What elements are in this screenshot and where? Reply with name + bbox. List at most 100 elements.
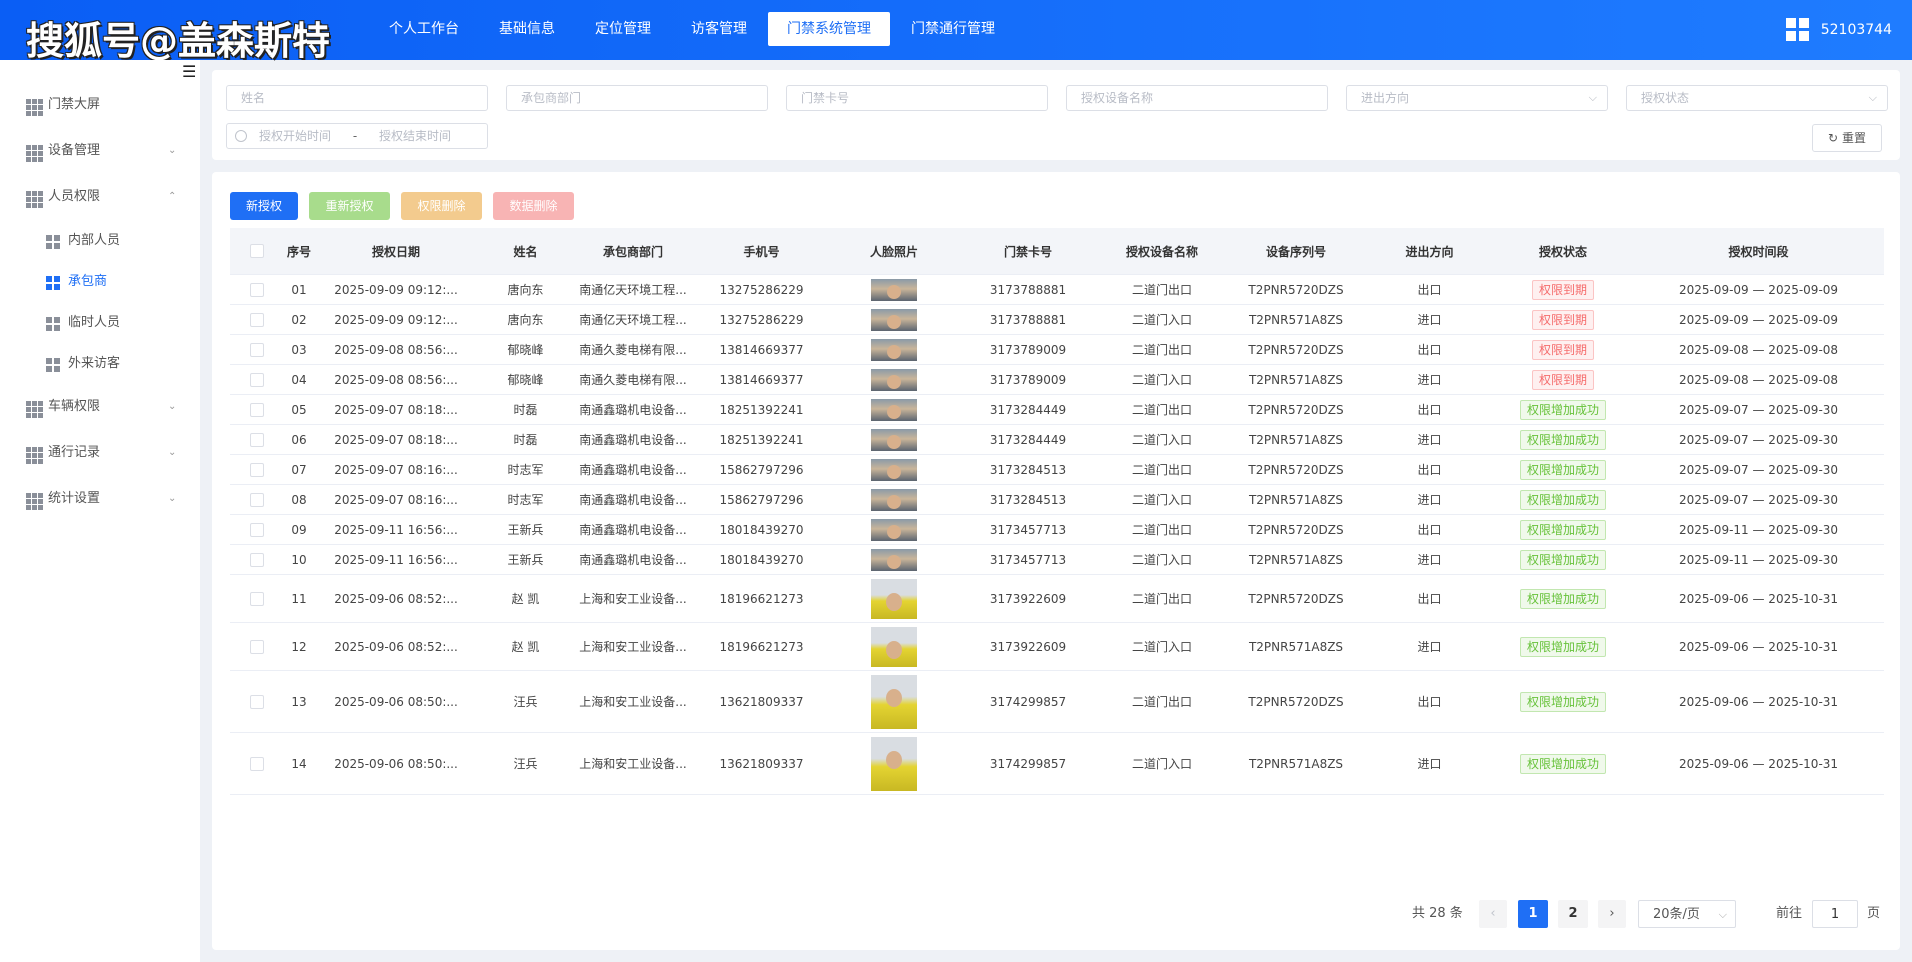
- next-page-button[interactable]: ›: [1598, 900, 1626, 928]
- sidebar-item-9[interactable]: 统计设置 ⌄: [0, 484, 200, 514]
- status-placeholder: 授权状态: [1641, 91, 1690, 105]
- face-photo[interactable]: [871, 458, 917, 481]
- dept-input[interactable]: 承包商部门: [506, 85, 768, 111]
- row-checkbox[interactable]: [250, 522, 264, 537]
- filter-panel: 姓名 承包商部门 门禁卡号 授权设备名称 进出方向 ⌵ 授权状态 ⌵ 授权开始时…: [212, 70, 1900, 160]
- face-photo[interactable]: [871, 548, 917, 571]
- nav-item-4[interactable]: 门禁系统管理: [768, 12, 890, 46]
- nav-item-2[interactable]: 定位管理: [576, 12, 670, 46]
- apps-grid-icon[interactable]: [1785, 18, 1809, 41]
- table-cell: 3173284513: [958, 484, 1098, 515]
- nav-item-1[interactable]: 基础信息: [480, 12, 574, 46]
- face-photo[interactable]: [871, 488, 917, 511]
- face-photo[interactable]: [871, 338, 917, 361]
- face-photo[interactable]: [871, 578, 917, 619]
- delete-permission-button[interactable]: 权限删除: [401, 192, 482, 220]
- delete-data-button[interactable]: 数据删除: [493, 192, 574, 220]
- row-checkbox[interactable]: [250, 432, 264, 447]
- device-input[interactable]: 授权设备名称: [1066, 85, 1328, 111]
- row-checkbox[interactable]: [250, 402, 264, 417]
- reset-button[interactable]: ↻ 重置: [1812, 124, 1882, 152]
- page-size-select[interactable]: 20条/页 ⌵: [1638, 900, 1736, 928]
- face-photo-cell: [830, 334, 958, 365]
- table-row[interactable]: 12 2025-09-06 08:52:... 赵 凯上海和安工业设备... 1819…: [230, 622, 1884, 671]
- user-area[interactable]: 52103744: [1785, 18, 1892, 41]
- table-row[interactable]: 08 2025-09-07 08:16:... 时志军 南通鑫璐机电设备... 1586…: [230, 484, 1884, 515]
- sidebar-item-7[interactable]: 车辆权限 ⌄: [0, 392, 200, 422]
- row-checkbox[interactable]: [250, 282, 264, 297]
- page-1-button[interactable]: 1: [1518, 900, 1548, 928]
- name-input[interactable]: 姓名: [226, 85, 488, 111]
- sidebar-item-label: 外来访客: [68, 356, 121, 371]
- face-photo[interactable]: [871, 626, 917, 667]
- sidebar-item-2[interactable]: 人员权限 ⌃: [0, 182, 200, 212]
- table-cell: T2PNR571A8ZS: [1226, 304, 1366, 335]
- page-2-button[interactable]: 2: [1558, 900, 1588, 928]
- goto-page-input[interactable]: 1: [1812, 900, 1858, 928]
- nav-item-5[interactable]: 门禁通行管理: [892, 12, 1014, 46]
- table-row[interactable]: 13 2025-09-06 08:50:... 汪兵 上海和安工业设备... 13621…: [230, 670, 1884, 733]
- row-checkbox[interactable]: [250, 552, 264, 567]
- table-row[interactable]: 09 2025-09-11 16:56:... 王新兵 南通鑫璐机电设备... 1801…: [230, 514, 1884, 545]
- new-auth-button[interactable]: 新授权: [230, 192, 298, 220]
- nav-item-3[interactable]: 访客管理: [672, 12, 766, 46]
- row-checkbox[interactable]: [250, 591, 264, 606]
- row-checkbox[interactable]: [250, 492, 264, 507]
- face-photo-cell: [830, 484, 958, 515]
- row-checkbox[interactable]: [250, 462, 264, 477]
- face-photo[interactable]: [871, 674, 917, 729]
- start-date-placeholder[interactable]: 授权开始时间: [259, 129, 331, 143]
- row-checkbox[interactable]: [250, 639, 264, 654]
- reauth-button[interactable]: 重新授权: [309, 192, 390, 220]
- face-photo[interactable]: [871, 368, 917, 391]
- row-checkbox[interactable]: [250, 694, 264, 709]
- table-row[interactable]: 02 2025-09-09 09:12:... 唐向东 南通亿天环境工程... 1327…: [230, 304, 1884, 335]
- data-table-wrapper[interactable]: 序号 授权日期 姓名 承包商部门 手机号 人脸照片 门禁卡号 授权设备名称 设备序列号 进出方向授…: [230, 228, 1884, 880]
- nav-item-0[interactable]: 个人工作台: [370, 12, 478, 46]
- face-photo[interactable]: [871, 428, 917, 451]
- status-select[interactable]: 授权状态 ⌵: [1626, 85, 1888, 111]
- end-date-placeholder[interactable]: 授权结束时间: [379, 129, 451, 143]
- row-checkbox[interactable]: [250, 312, 264, 327]
- table-cell: T2PNR5720DZS: [1226, 454, 1366, 485]
- face-photo[interactable]: [871, 398, 917, 421]
- face-photo[interactable]: [871, 736, 917, 791]
- table-row[interactable]: 10 2025-09-11 16:56:... 王新兵 南通鑫璐机电设备... 1801…: [230, 544, 1884, 575]
- direction-placeholder: 进出方向: [1361, 91, 1410, 105]
- table-row[interactable]: 03 2025-09-08 08:56:... 郁晓峰 南通久菱电梯有限... 1381…: [230, 334, 1884, 365]
- table-cell: 18251392241: [693, 394, 830, 425]
- table-row[interactable]: 05 2025-09-07 08:18:... 时磊 南通鑫璐机电设备... 18251…: [230, 394, 1884, 425]
- sidebar-item-4[interactable]: 承包商: [0, 267, 200, 297]
- prev-page-button[interactable]: ‹: [1479, 900, 1507, 928]
- face-photo[interactable]: [871, 278, 917, 301]
- table-row[interactable]: 11 2025-09-06 08:52:... 赵 凯上海和安工业设备... 1819…: [230, 574, 1884, 623]
- sidebar-item-5[interactable]: 临时人员: [0, 308, 200, 338]
- status-badge: 权限增加成功: [1519, 489, 1606, 510]
- table-cell: 18196621273: [693, 622, 830, 671]
- sidebar-item-8[interactable]: 通行记录 ⌄: [0, 438, 200, 468]
- table-row[interactable]: 04 2025-09-08 08:56:... 郁晓峰 南通久菱电梯有限... 1381…: [230, 364, 1884, 395]
- face-photo[interactable]: [871, 518, 917, 541]
- table-row[interactable]: 06 2025-09-07 08:18:... 时磊 南通鑫璐机电设备... 18251…: [230, 424, 1884, 455]
- row-checkbox[interactable]: [250, 756, 264, 771]
- chevron-icon: ⌄: [168, 401, 177, 412]
- row-checkbox[interactable]: [250, 372, 264, 387]
- date-range-picker[interactable]: 授权开始时间 - 授权结束时间: [226, 123, 488, 149]
- select-all-checkbox[interactable]: [250, 244, 264, 259]
- card-input[interactable]: 门禁卡号: [786, 85, 1048, 111]
- table-cell: 13621809337: [693, 670, 830, 733]
- sidebar-item-3[interactable]: 内部人员: [0, 226, 200, 256]
- table-cell: 二道门入口: [1098, 424, 1226, 455]
- table-cell: 2025-09-07 08:16:...: [314, 484, 478, 515]
- row-checkbox[interactable]: [250, 342, 264, 357]
- table-row[interactable]: 07 2025-09-07 08:16:... 时志军 南通鑫璐机电设备... 1586…: [230, 454, 1884, 485]
- sidebar-item-6[interactable]: 外来访客: [0, 349, 200, 379]
- sidebar-item-0[interactable]: 门禁大屏: [0, 90, 200, 120]
- table-cell: 南通亿天环境工程...: [573, 274, 693, 305]
- menu-collapse-icon[interactable]: ☰: [182, 62, 196, 81]
- table-row[interactable]: 01 2025-09-09 09:12:... 唐向东 南通亿天环境工程... 1327…: [230, 274, 1884, 305]
- face-photo[interactable]: [871, 308, 917, 331]
- table-row[interactable]: 14 2025-09-06 08:50:... 汪兵 上海和安工业设备... 13621…: [230, 732, 1884, 795]
- sidebar-item-1[interactable]: 设备管理 ⌄: [0, 136, 200, 166]
- direction-select[interactable]: 进出方向 ⌵: [1346, 85, 1608, 111]
